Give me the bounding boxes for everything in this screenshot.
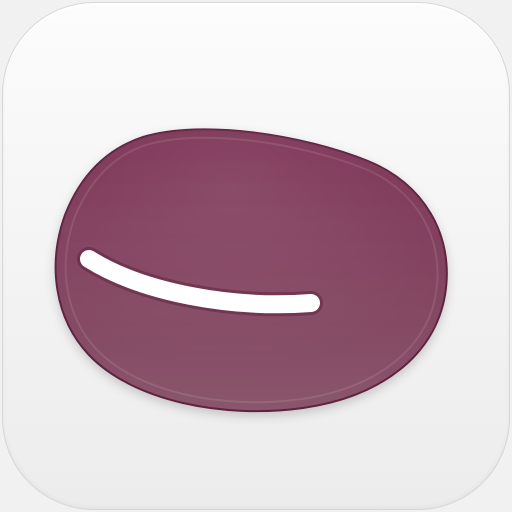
bean-icon <box>54 128 448 413</box>
app-icon[interactable] <box>2 2 510 510</box>
screen <box>0 0 512 512</box>
